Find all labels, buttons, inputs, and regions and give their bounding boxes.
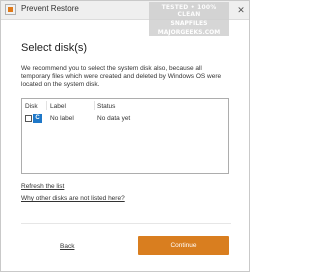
watermark-badge: TESTED • 100% CLEAN SNAPFILES MAJORGEEKS… [149, 2, 229, 36]
back-button[interactable]: Back [60, 243, 74, 250]
column-header-disk[interactable]: Disk [25, 103, 38, 110]
column-separator [94, 101, 95, 110]
window-title: Prevent Restore [21, 4, 79, 13]
column-header-status[interactable]: Status [97, 103, 115, 110]
app-window: Prevent Restore TESTED • 100% CLEAN SNAP… [0, 0, 250, 272]
refresh-list-link[interactable]: Refresh the list [21, 183, 64, 190]
column-header-label[interactable]: Label [50, 103, 66, 110]
watermark-line-3: MAJORGEEKS.COM [157, 29, 221, 36]
watermark-line-2: SNAPFILES [170, 20, 208, 27]
footer-divider [21, 223, 231, 224]
title-bar[interactable]: Prevent Restore TESTED • 100% CLEAN SNAP… [1, 1, 249, 36]
disk-checkbox[interactable] [25, 115, 32, 122]
other-disks-help-link[interactable]: Why other disks are not listed here? [21, 195, 125, 202]
disk-label-cell: No label [50, 115, 74, 122]
watermark-line-1: TESTED • 100% CLEAN [161, 4, 217, 18]
column-separator [46, 101, 47, 110]
continue-button[interactable]: Continue [138, 236, 229, 255]
disk-drive-icon: C [33, 114, 42, 123]
close-icon[interactable]: ✕ [235, 4, 247, 16]
page-title: Select disk(s) [21, 42, 88, 54]
page-description: We recommend you to select the system di… [21, 65, 222, 88]
disk-list-table: Disk Label Status C No label No data yet [21, 98, 229, 174]
app-icon [5, 4, 16, 15]
disk-status-cell: No data yet [97, 115, 131, 122]
